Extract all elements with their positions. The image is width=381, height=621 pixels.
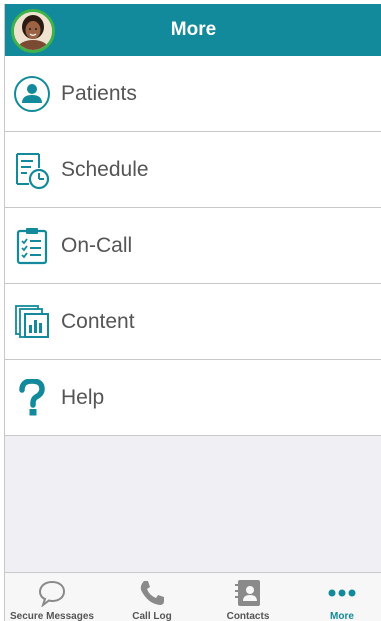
more-dots-icon xyxy=(295,578,381,608)
menu-item-schedule[interactable]: Schedule xyxy=(5,132,381,208)
chat-bubble-icon xyxy=(5,578,99,608)
tab-bar: Secure Messages Call Log Contacts More xyxy=(5,572,381,621)
menu-item-content[interactable]: Content xyxy=(5,284,381,360)
tab-contacts[interactable]: Contacts xyxy=(201,573,295,621)
schedule-icon xyxy=(11,149,53,191)
menu-item-label: Patients xyxy=(61,82,137,105)
nav-header: More xyxy=(5,4,381,56)
app-screen: More Patients Schedule On-Call Content H… xyxy=(4,4,381,621)
menu-item-label: Content xyxy=(61,310,135,333)
tab-label: Call Log xyxy=(132,611,172,621)
help-icon xyxy=(11,377,53,419)
tab-label: Secure Messages xyxy=(10,611,94,621)
tab-more[interactable]: More xyxy=(295,573,381,621)
tab-secure-messages[interactable]: Secure Messages xyxy=(5,573,99,621)
contacts-icon xyxy=(201,578,295,608)
clipboard-icon xyxy=(11,225,53,267)
menu-item-patients[interactable]: Patients xyxy=(5,56,381,132)
phone-icon xyxy=(105,578,199,608)
patient-icon xyxy=(11,73,53,115)
page-title: More xyxy=(170,19,217,40)
menu-item-on-call[interactable]: On-Call xyxy=(5,208,381,284)
menu-item-label: Help xyxy=(61,386,105,409)
menu-item-help[interactable]: Help xyxy=(5,360,381,436)
menu-item-label: Schedule xyxy=(61,158,149,181)
tab-call-log[interactable]: Call Log xyxy=(105,573,199,621)
tab-label: Contacts xyxy=(226,611,270,621)
tab-label: More xyxy=(330,611,354,621)
more-menu-list: Patients Schedule On-Call Content Help xyxy=(5,56,381,436)
content-icon xyxy=(11,301,53,343)
menu-item-label: On-Call xyxy=(61,234,133,257)
